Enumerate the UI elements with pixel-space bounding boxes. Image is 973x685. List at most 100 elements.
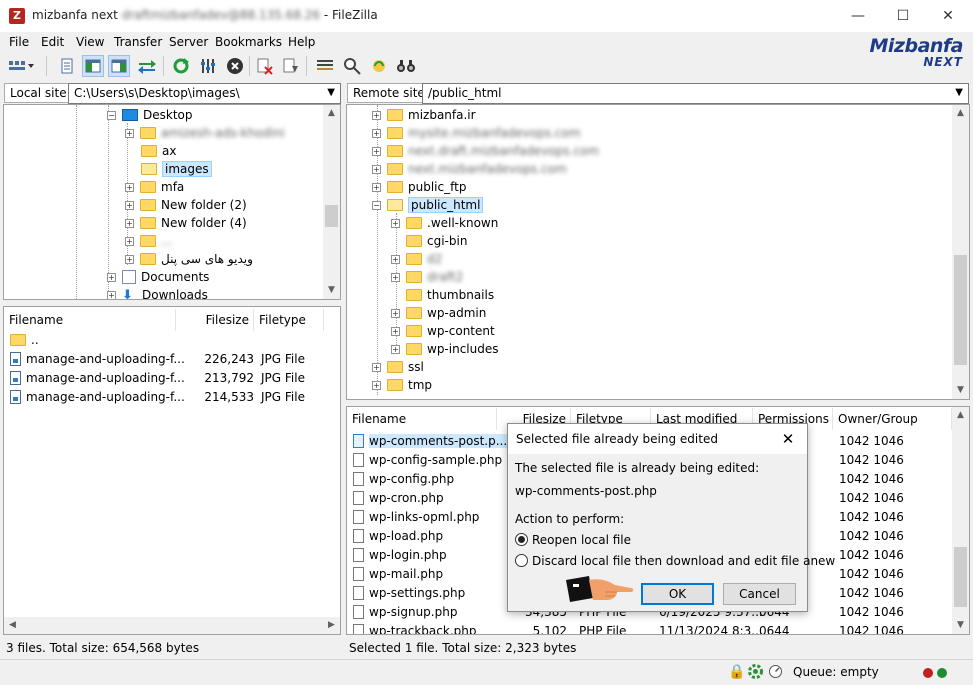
tree-item-desktop[interactable]: − Desktop [107,106,193,124]
tree-item-blurred-folder-2[interactable]: +... [125,232,172,250]
tree-item-wp-content[interactable]: + wp-content [391,322,495,340]
expand-icon[interactable]: + [125,255,134,264]
column-filename[interactable]: Filename [347,408,497,430]
tree-item-wp-admin[interactable]: + wp-admin [391,304,486,322]
menu-transfer[interactable]: Transfer [114,35,162,49]
transfer-queue-icon[interactable] [136,55,158,77]
maximize-button[interactable]: ☐ [880,0,926,32]
tree-item-d2[interactable]: + d2 [391,250,442,268]
tree-item-new-folder-4[interactable]: + New folder (4) [125,214,247,232]
scroll-down-icon[interactable]: ▼ [952,382,969,399]
tree-item-draft2[interactable]: + draft2 [391,268,463,286]
speed-limit-icon[interactable] [768,664,783,682]
close-icon[interactable]: ✕ [775,424,801,454]
local-tree-scrollbar[interactable]: ▲ ▼ [323,105,340,299]
expand-icon[interactable]: + [391,255,400,264]
local-list-hscrollbar[interactable]: ◀ ▶ [4,617,340,634]
table-row[interactable]: wp-trackback.php 5,102 PHP File 11/13/20… [353,622,949,634]
tree-item-tmp[interactable]: + tmp [372,376,432,394]
tree-item-wp-includes[interactable]: + wp-includes [391,340,499,358]
scroll-up-icon[interactable]: ▲ [952,407,969,424]
expand-icon[interactable]: + [125,201,134,210]
scroll-thumb[interactable] [954,255,967,365]
column-filesize[interactable]: Filesize [176,309,254,331]
close-button[interactable]: ✕ [925,0,971,32]
radio-selected-icon[interactable] [515,533,528,546]
expand-icon[interactable]: + [372,129,381,138]
remote-list-scrollbar[interactable]: ▲ ▼ [952,407,969,634]
process-queue-icon[interactable] [197,55,219,77]
tree-item-blurred-domain-1[interactable]: + mysite.mizbanfadevops.com [372,124,581,142]
local-tree-toggle-icon[interactable] [82,55,104,77]
tree-item-ssl[interactable]: + ssl [372,358,424,376]
scroll-thumb[interactable] [954,547,967,607]
remote-tree-scrollbar[interactable]: ▲ ▼ [952,105,969,399]
tree-item-ax[interactable]: ax [141,142,176,160]
menu-bookmarks[interactable]: Bookmarks [215,35,282,49]
minimize-button[interactable]: — [835,0,881,32]
disconnect-icon[interactable] [254,55,276,77]
menu-server[interactable]: Server [169,35,208,49]
radio-unselected-icon[interactable] [515,554,528,567]
list-item[interactable]: manage-and-uploading-f... 214,533 JPG Fi… [10,388,320,407]
tree-item-downloads[interactable]: + ⬇ Downloads [107,286,208,299]
expand-icon[interactable]: + [372,147,381,156]
column-filetype[interactable]: Filetype [254,309,324,331]
expand-icon[interactable]: + [125,183,134,192]
tree-item-blurred-domain-3[interactable]: + next.mizbanfadevops.com [372,160,567,178]
tree-item-new-folder-2[interactable]: + New folder (2) [125,196,247,214]
expand-icon[interactable]: + [125,237,134,246]
expand-icon[interactable]: + [372,165,381,174]
menu-file[interactable]: File [9,35,29,49]
expand-icon[interactable]: + [391,309,400,318]
menu-view[interactable]: View [76,35,104,49]
tree-item-public-html[interactable]: − public_html [372,196,484,214]
expand-icon[interactable]: + [372,381,381,390]
list-item[interactable]: manage-and-uploading-f... 213,792 JPG Fi… [10,369,320,388]
scroll-thumb[interactable] [325,205,338,227]
menu-edit[interactable]: Edit [41,35,64,49]
tree-item-blurred-domain-2[interactable]: + next.draft.mizbanfadevops.com [372,142,599,160]
reconnect-icon[interactable] [280,55,302,77]
tree-item-images[interactable]: images [141,160,212,178]
tree-item-thumbnails[interactable]: thumbnails [406,286,494,304]
expand-icon[interactable]: + [372,111,381,120]
refresh-icon[interactable] [170,55,192,77]
remote-tree-toggle-icon[interactable] [108,55,130,77]
scroll-left-icon[interactable]: ◀ [4,617,21,634]
local-path-combobox[interactable]: C:\Users\s\Desktop\images\ ▼ [68,83,341,104]
tree-item-cpanel-videos[interactable]: + ویدیو های سی پنل [125,250,253,268]
column-owner-group[interactable]: Owner/Group [833,408,952,430]
expand-icon[interactable]: + [125,129,134,138]
column-filename[interactable]: Filename [4,309,176,331]
scroll-down-icon[interactable]: ▼ [952,617,969,634]
list-item[interactable]: manage-and-uploading-f... 226,243 JPG Fi… [10,350,320,369]
radio-reopen-local-file[interactable]: Reopen local file [515,533,631,547]
tree-item-well-known[interactable]: + .well-known [391,214,498,232]
find-files-binoculars-icon[interactable] [395,55,417,77]
expand-icon[interactable]: + [372,183,381,192]
expand-icon[interactable]: + [107,273,116,282]
directory-listing-filters-icon[interactable] [314,55,336,77]
expand-icon[interactable]: + [391,219,400,228]
tree-item-mizbanfa-ir[interactable]: + mizbanfa.ir [372,106,476,124]
remote-path-combobox[interactable]: /public_html ▼ [422,83,969,104]
expand-icon[interactable]: + [391,345,400,354]
scroll-up-icon[interactable]: ▲ [952,105,969,122]
expand-icon[interactable]: + [125,219,134,228]
expand-icon[interactable]: + [372,363,381,372]
expand-icon[interactable]: + [391,273,400,282]
tree-item-documents[interactable]: + Documents [107,268,209,286]
sync-browsing-icon[interactable] [368,55,390,77]
cancel-operation-icon[interactable] [224,55,246,77]
menu-help[interactable]: Help [288,35,315,49]
tree-item-cgi-bin[interactable]: cgi-bin [406,232,467,250]
site-manager-icon[interactable] [6,55,36,77]
tree-item-mfa[interactable]: + mfa [125,178,184,196]
expand-icon[interactable]: + [391,327,400,336]
ok-button[interactable]: OK [641,583,714,605]
chevron-down-icon[interactable]: ▼ [327,87,335,98]
collapse-icon[interactable]: − [107,111,116,120]
tree-item-public-ftp[interactable]: + public_ftp [372,178,466,196]
scroll-down-icon[interactable]: ▼ [323,282,340,299]
